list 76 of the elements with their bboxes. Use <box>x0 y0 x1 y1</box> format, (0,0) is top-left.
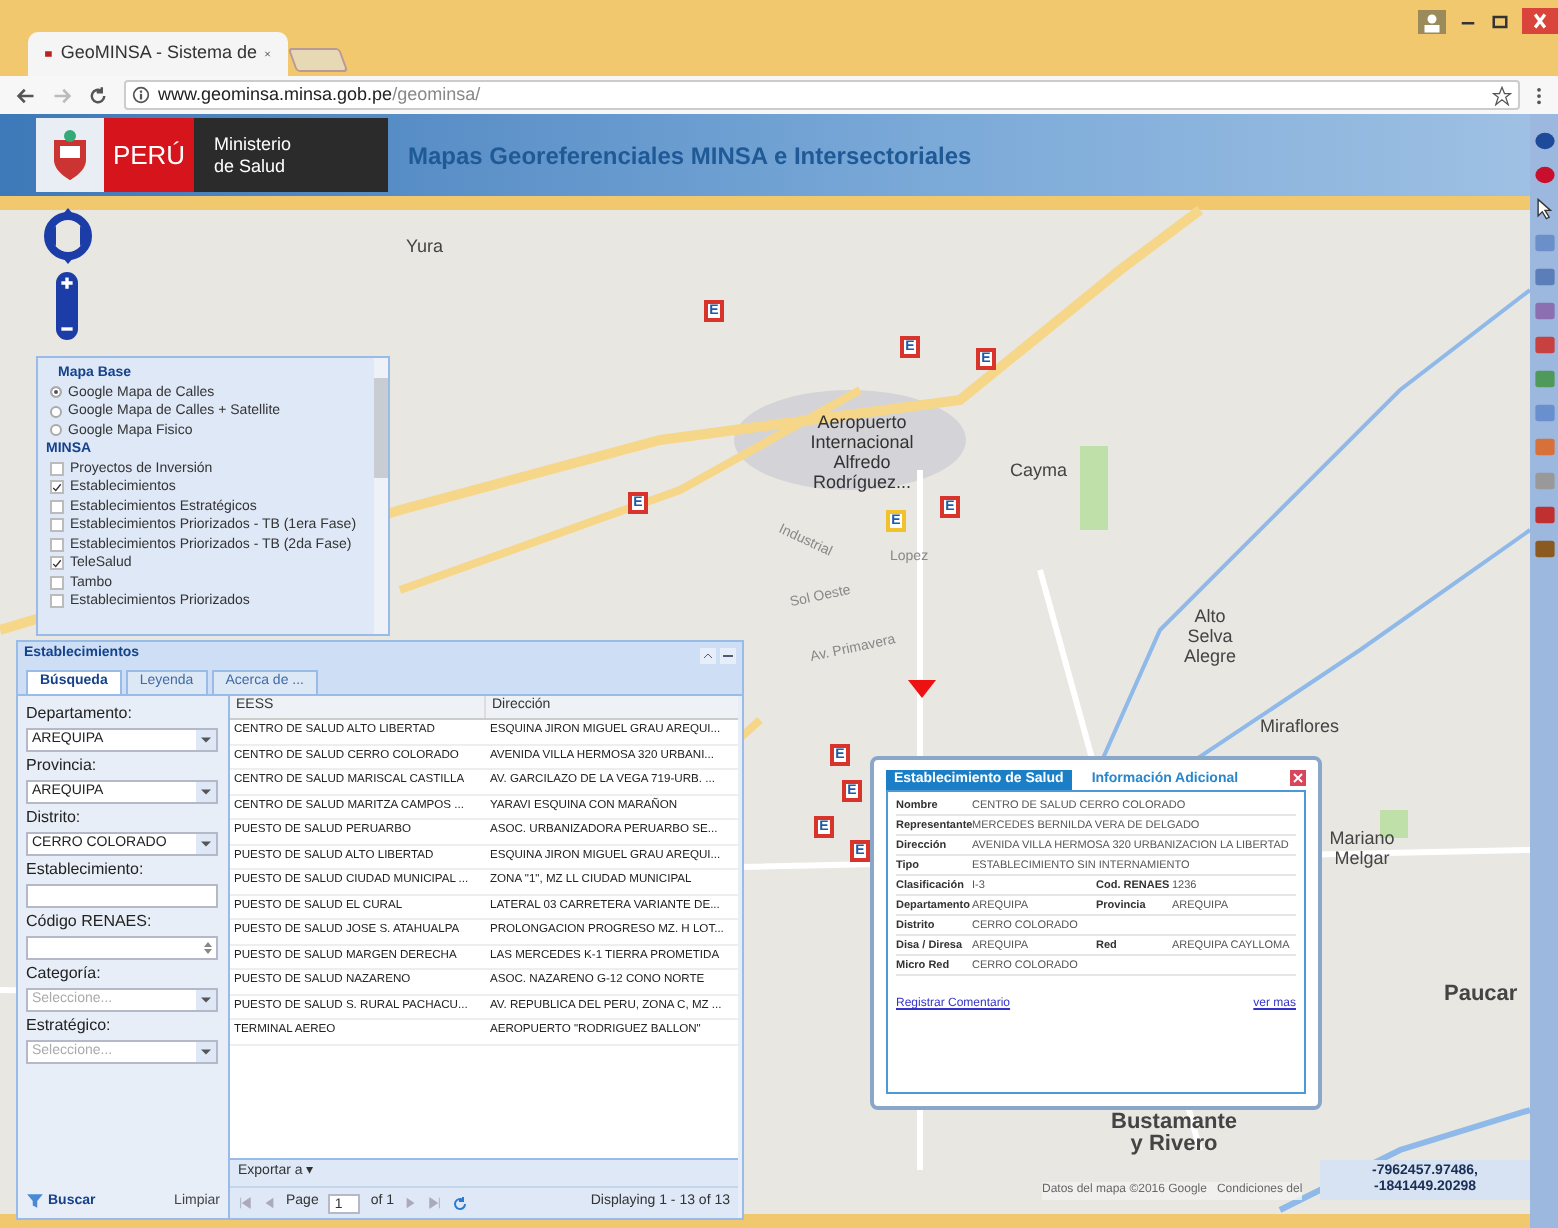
ministry-name: Ministerio de Salud <box>194 118 388 192</box>
dropdown-icon <box>196 990 216 1010</box>
checkbox[interactable] <box>50 461 64 476</box>
cursor-icon <box>1533 198 1555 220</box>
reload-icon <box>88 85 108 105</box>
tool-icon <box>1533 436 1555 458</box>
first-page-icon <box>238 1196 252 1210</box>
tool-icon <box>1533 402 1555 424</box>
radio-button[interactable] <box>50 386 62 399</box>
close-icon <box>1522 8 1558 34</box>
zoom-control[interactable] <box>56 272 78 340</box>
next-page-icon <box>404 1196 419 1210</box>
field-label: Establecimiento: <box>26 860 146 880</box>
spinner-field[interactable] <box>26 936 218 960</box>
url-text: www.geominsa.minsa.gob.pe/geominsa/ <box>158 81 481 108</box>
page-title: Mapas Georeferenciales MINSA e Intersectoriales <box>408 139 972 173</box>
menu-icon <box>1536 85 1542 105</box>
spinner-arrows-icon <box>200 938 216 958</box>
radio-button[interactable] <box>50 405 62 418</box>
maximize-icon <box>1490 11 1510 31</box>
pan-control[interactable] <box>44 208 92 264</box>
checkbox[interactable] <box>50 537 64 552</box>
checkbox[interactable] <box>50 499 64 514</box>
place-label: Mariano Melgar <box>1327 828 1397 868</box>
tool-icon <box>1533 334 1555 356</box>
checkbox[interactable] <box>50 594 64 609</box>
zoom-in-icon <box>58 274 76 292</box>
field-label: Categoría: <box>26 964 103 984</box>
address-field[interactable]: www.geominsa.minsa.gob.pe/geominsa/ <box>124 80 1520 110</box>
forward-icon <box>52 85 72 105</box>
dropdown-icon <box>196 782 216 802</box>
checkbox[interactable] <box>50 518 64 533</box>
tool-icon <box>1533 368 1555 390</box>
place-label: Yura <box>406 236 444 256</box>
minimize-icon <box>720 647 736 663</box>
previous-page-icon <box>262 1196 276 1210</box>
tool-icon <box>1533 504 1555 526</box>
input-field[interactable] <box>26 884 218 908</box>
checkbox[interactable] <box>50 480 64 495</box>
checkbox[interactable] <box>50 575 64 590</box>
place-label: Paucar <box>1444 984 1518 1006</box>
field-label: Departamento: <box>26 704 134 724</box>
star-icon <box>1492 85 1512 105</box>
browser-tab[interactable]: GeoMINSA - Sistema de <box>28 32 288 76</box>
close-icon <box>1290 770 1306 786</box>
info-icon <box>132 86 150 104</box>
place-label: Aeropuerto Internacional Alfredo Rodríguez... <box>808 412 916 492</box>
place-label: Miraflores <box>1260 716 1340 736</box>
field-label: Provincia: <box>26 756 99 776</box>
user-icon <box>1418 9 1446 33</box>
field-label: Estratégico: <box>26 1016 113 1036</box>
checkbox[interactable] <box>50 556 64 571</box>
radio-button[interactable] <box>50 424 62 437</box>
back-icon <box>16 85 36 105</box>
place-label: Cayma <box>1010 460 1068 480</box>
tool-icon <box>1533 266 1555 288</box>
funnel-icon <box>26 1192 44 1211</box>
dropdown-icon <box>196 730 216 750</box>
tool-icon <box>1533 300 1555 322</box>
country-banner: PERÚ <box>104 118 194 192</box>
location-marker-icon <box>908 680 936 698</box>
dropdown-icon <box>196 834 216 854</box>
place-label: Alto Selva Alegre <box>1181 606 1238 666</box>
new-tab-button[interactable] <box>287 48 349 72</box>
field-label: Código RENAES: <box>26 912 154 932</box>
place-label: Bustamante y Rivero <box>1109 1112 1239 1156</box>
refresh-icon <box>452 1195 469 1211</box>
coat-of-arms-icon <box>48 127 92 183</box>
dropdown-icon <box>196 1042 216 1062</box>
scrollbar[interactable] <box>374 358 388 634</box>
last-page-icon <box>428 1196 443 1210</box>
tool-icon <box>1533 470 1555 492</box>
tool-icon <box>1533 538 1555 560</box>
field-label: Distrito: <box>26 808 83 828</box>
tool-icon <box>1533 232 1555 254</box>
collapse-icon <box>700 647 716 663</box>
